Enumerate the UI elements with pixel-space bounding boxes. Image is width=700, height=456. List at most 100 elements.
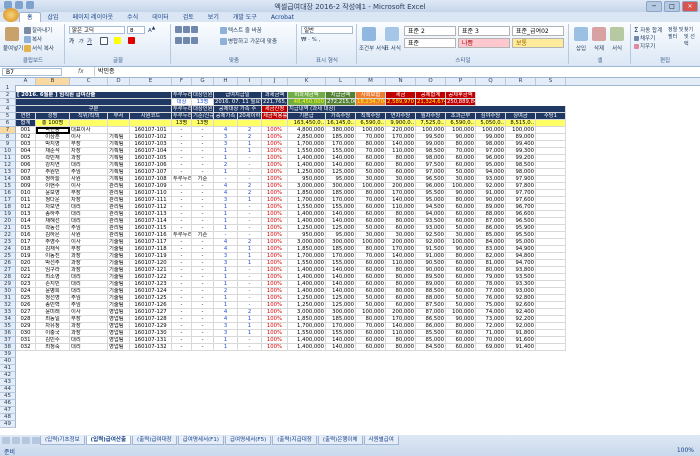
cell-h[interactable]: 1 bbox=[214, 344, 238, 351]
cell-o[interactable]: 88,000 bbox=[416, 295, 446, 302]
cell-o[interactable]: 96,500 bbox=[416, 176, 446, 183]
cell-d[interactable]: 기술팀 bbox=[108, 246, 130, 253]
cell-i[interactable]: 1 bbox=[238, 260, 262, 267]
tab-formulas[interactable]: 수식 bbox=[120, 13, 145, 22]
cell-o[interactable]: 84,500 bbox=[416, 344, 446, 351]
value-net[interactable]: 250,889,846 bbox=[446, 99, 476, 106]
cell-q[interactable]: 99,000 bbox=[476, 134, 506, 141]
cell-m[interactable]: 50,000 bbox=[356, 302, 386, 309]
cell-o[interactable]: 85,500 bbox=[416, 330, 446, 337]
cell-q[interactable]: 98,000 bbox=[476, 141, 506, 148]
cell-s[interactable] bbox=[536, 239, 566, 246]
row-header-3[interactable]: 3 bbox=[0, 99, 16, 106]
cell-q[interactable]: 82,000 bbox=[476, 253, 506, 260]
row-header-18[interactable]: 18 bbox=[0, 204, 16, 211]
cell-e[interactable]: 160107-103 bbox=[130, 141, 172, 148]
tab-developer[interactable]: 개발 도구 bbox=[226, 13, 264, 22]
cell-f[interactable]: - bbox=[172, 225, 192, 232]
cell-l[interactable]: 140,000 bbox=[326, 281, 356, 288]
cell-j[interactable]: 100% bbox=[262, 267, 288, 274]
cell-q[interactable]: 84,000 bbox=[476, 239, 506, 246]
cell-k[interactable]: 1,550,000 bbox=[288, 204, 326, 211]
cell-f[interactable]: 두루누리 bbox=[172, 232, 192, 239]
cell-g[interactable]: - bbox=[192, 190, 214, 197]
cell-a[interactable]: 017 bbox=[16, 239, 36, 246]
cell-c[interactable]: 대리 bbox=[70, 274, 108, 281]
cell-q[interactable]: 96,000 bbox=[476, 155, 506, 162]
cell-j[interactable]: 100% bbox=[262, 344, 288, 351]
cell-a[interactable]: 028 bbox=[16, 316, 36, 323]
cell-l[interactable]: 155,000 bbox=[326, 260, 356, 267]
cell-o[interactable]: 94,000 bbox=[416, 211, 446, 218]
label-deduct-total[interactable]: 공제합계 bbox=[416, 92, 446, 99]
row-header-13[interactable]: 13 bbox=[0, 169, 16, 176]
cell-m[interactable]: 60,000 bbox=[356, 330, 386, 337]
cell-c[interactable]: 대리 bbox=[70, 204, 108, 211]
cell-a[interactable]: 027 bbox=[16, 309, 36, 316]
cell-f[interactable]: - bbox=[172, 337, 192, 344]
cell-n[interactable]: 200,000 bbox=[386, 183, 416, 190]
cell-b[interactable]: 박민종 bbox=[36, 127, 70, 134]
cell-e[interactable]: 160107-101 bbox=[130, 127, 172, 134]
cell-h[interactable]: 4 bbox=[214, 190, 238, 197]
cell-h[interactable]: 1 bbox=[214, 211, 238, 218]
header-11[interactable]: 가족수당 bbox=[326, 113, 356, 120]
cell-d[interactable]: 기획팀 bbox=[108, 176, 130, 183]
cell-c[interactable]: 과장 bbox=[70, 253, 108, 260]
cell-i[interactable]: - bbox=[238, 218, 262, 225]
cell-n[interactable]: 110,000 bbox=[386, 330, 416, 337]
cell-c[interactable]: 대리 bbox=[70, 211, 108, 218]
cell-p[interactable]: 90,000 bbox=[446, 246, 476, 253]
cell-c[interactable]: 이사 bbox=[70, 134, 108, 141]
cell-d[interactable]: 영업팀 bbox=[108, 309, 130, 316]
row-header-6[interactable]: 6 bbox=[0, 120, 16, 127]
cell-m[interactable]: 60,000 bbox=[356, 260, 386, 267]
cell-o[interactable]: 85,000 bbox=[416, 337, 446, 344]
cell-d[interactable]: 기획팀 bbox=[108, 134, 130, 141]
cell-k[interactable]: 1,700,000 bbox=[288, 197, 326, 204]
cell-q[interactable]: 94,000 bbox=[476, 169, 506, 176]
cell-d[interactable]: 기술팀 bbox=[108, 302, 130, 309]
cell-g[interactable]: - bbox=[192, 169, 214, 176]
cell-m[interactable]: 60,000 bbox=[356, 204, 386, 211]
row-header-37[interactable]: 37 bbox=[0, 337, 16, 344]
cell-p[interactable]: 80,000 bbox=[446, 141, 476, 148]
cell-a[interactable]: 009 bbox=[16, 183, 36, 190]
cell-i[interactable]: 1 bbox=[238, 316, 262, 323]
cell-d[interactable]: 관리팀 bbox=[108, 204, 130, 211]
row-header-25[interactable]: 25 bbox=[0, 253, 16, 260]
cell-n[interactable]: 140,000 bbox=[386, 253, 416, 260]
cell-f[interactable]: - bbox=[172, 239, 192, 246]
close-button[interactable]: ✕ bbox=[682, 1, 698, 12]
row-header-42[interactable]: 42 bbox=[0, 372, 16, 379]
sort-filter-button[interactable]: 정렬 및 필터 bbox=[668, 26, 684, 40]
cell-g[interactable]: - bbox=[192, 288, 214, 295]
cell-i[interactable]: 1 bbox=[238, 253, 262, 260]
cell-s[interactable] bbox=[536, 176, 566, 183]
cell-k[interactable]: 2,850,000 bbox=[288, 134, 326, 141]
cell-a[interactable]: 025 bbox=[16, 295, 36, 302]
cell-j[interactable]: 100% bbox=[262, 134, 288, 141]
cell-q[interactable]: 85,000 bbox=[476, 232, 506, 239]
name-box[interactable]: B7 bbox=[2, 68, 62, 76]
row-header-4[interactable]: 4 bbox=[0, 106, 16, 113]
header-13[interactable]: 연차수당 bbox=[386, 113, 416, 120]
cell-p[interactable]: 60,000 bbox=[446, 204, 476, 211]
style-neutral[interactable]: 보통 bbox=[512, 38, 564, 48]
cell-h[interactable]: 1 bbox=[214, 225, 238, 232]
cell-s[interactable] bbox=[536, 190, 566, 197]
cell-n[interactable]: 140,000 bbox=[386, 141, 416, 148]
cell-p[interactable]: 60,000 bbox=[446, 218, 476, 225]
cell-e[interactable]: 160107-126 bbox=[130, 302, 172, 309]
cell-k[interactable]: 1,400,000 bbox=[288, 344, 326, 351]
column-header-n[interactable]: N bbox=[386, 78, 416, 85]
cell-e[interactable]: 160107-130 bbox=[130, 330, 172, 337]
total-5[interactable]: 13명 bbox=[172, 120, 192, 127]
cell-b[interactable]: 주원민 bbox=[36, 169, 70, 176]
fill-color-icon[interactable] bbox=[114, 37, 122, 44]
cell-c[interactable]: 대표이사 bbox=[70, 127, 108, 134]
cut-button[interactable]: 잘라내기 bbox=[24, 26, 52, 34]
cell-q[interactable]: 86,000 bbox=[476, 225, 506, 232]
cell-a[interactable]: 004 bbox=[16, 148, 36, 155]
cell-q[interactable]: 71,000 bbox=[476, 330, 506, 337]
